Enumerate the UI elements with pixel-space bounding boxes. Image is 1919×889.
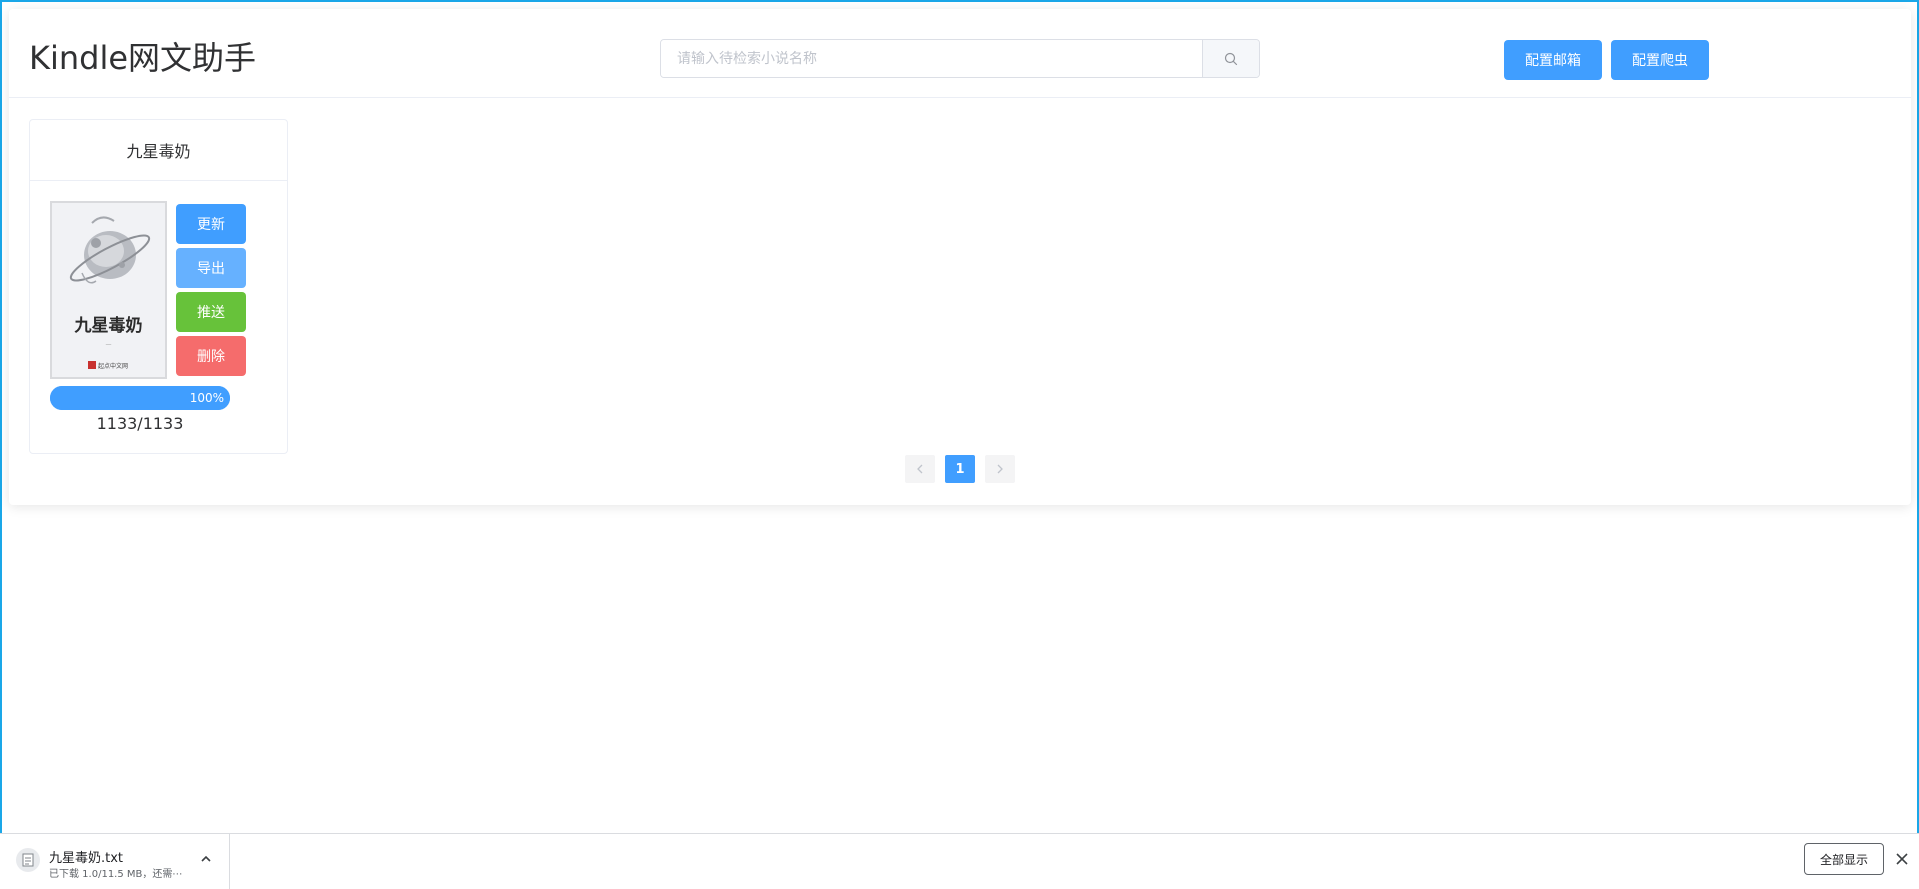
chevron-left-icon — [917, 464, 923, 474]
search-button[interactable] — [1202, 40, 1259, 77]
download-file-name: 九星毒奶.txt — [49, 851, 124, 866]
pagination-prev-button[interactable] — [905, 455, 935, 483]
cover-author-mark: — — [105, 341, 112, 348]
delete-button[interactable]: 删除 — [176, 336, 246, 376]
document-icon — [22, 853, 34, 867]
show-all-downloads-button[interactable]: 全部显示 — [1804, 843, 1884, 875]
download-shelf: 九星毒奶.txt 已下载 1.0/11.5 MB，还需⋯ 全部显示 — [0, 833, 1919, 889]
export-button[interactable]: 导出 — [176, 248, 246, 288]
pagination-next-button[interactable] — [985, 455, 1015, 483]
update-button[interactable]: 更新 — [176, 204, 246, 244]
book-cover: 九星毒奶 — 起点中文网 — [50, 201, 167, 379]
file-progress-icon — [16, 848, 40, 872]
download-item[interactable]: 九星毒奶.txt 已下载 1.0/11.5 MB，还需⋯ — [0, 834, 230, 889]
config-crawler-button[interactable]: 配置爬虫 — [1611, 40, 1709, 80]
push-button[interactable]: 推送 — [176, 292, 246, 332]
publisher-logo-icon — [88, 361, 96, 369]
app-header: Kindle网文助手 配置邮箱 配置爬虫 — [9, 9, 1911, 98]
chapter-count: 1133/1133 — [96, 414, 184, 433]
book-title: 九星毒奶 — [30, 120, 287, 181]
cover-title: 九星毒奶 — [74, 316, 143, 336]
app-container: Kindle网文助手 配置邮箱 配置爬虫 九星毒奶 — [9, 9, 1911, 505]
download-status: 已下载 1.0/11.5 MB，还需⋯ — [49, 869, 183, 880]
search-icon — [1224, 52, 1238, 65]
progress-bar: 100% — [50, 386, 230, 410]
cover-publisher-text: 起点中文网 — [98, 362, 129, 370]
cover-publisher: 起点中文网 — [88, 360, 128, 370]
cover-art-icon — [69, 216, 151, 284]
book-card: 九星毒奶 九星毒奶 — 起点中文网 更新 导出 推送 删除 100% 1133/… — [29, 119, 288, 454]
search-box — [660, 39, 1260, 78]
config-mail-button[interactable]: 配置邮箱 — [1504, 40, 1602, 80]
app-title: Kindle网文助手 — [29, 39, 257, 77]
window-frame-left — [0, 0, 2, 833]
chevron-up-icon[interactable] — [198, 851, 214, 867]
progress-label: 100% — [189, 391, 224, 405]
close-icon — [1896, 853, 1908, 865]
chevron-right-icon — [997, 464, 1003, 474]
window-frame-top — [0, 0, 1919, 2]
close-download-shelf-button[interactable] — [1893, 850, 1911, 868]
pagination-page-1[interactable]: 1 — [945, 455, 975, 483]
search-input[interactable] — [661, 40, 1204, 77]
